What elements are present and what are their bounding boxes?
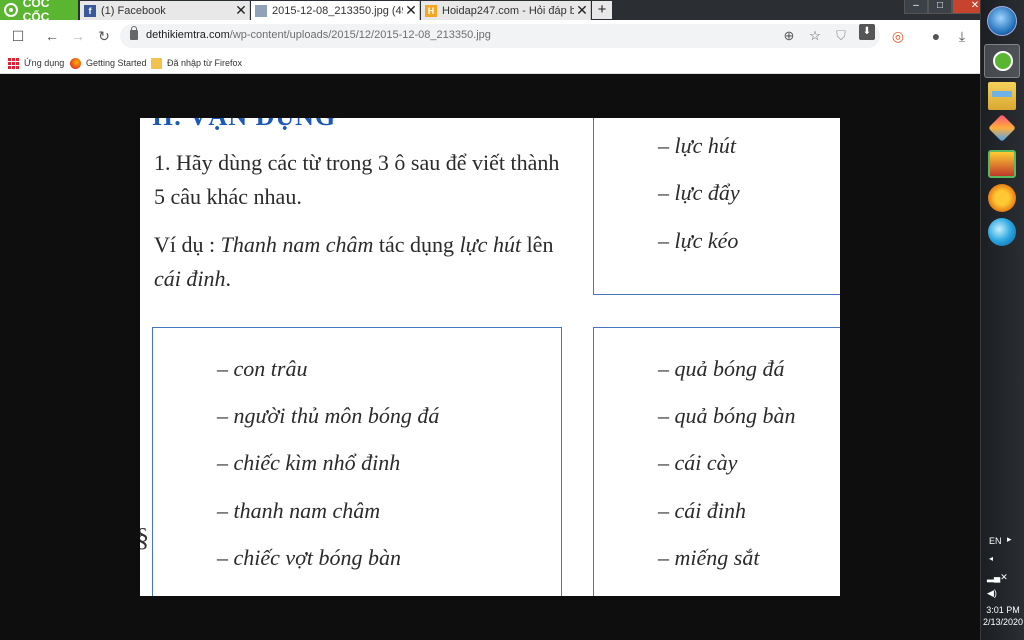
bookmark-getting-started[interactable]: Getting Started bbox=[70, 56, 147, 70]
url-text[interactable]: dethikiemtra.com/wp-content/uploads/2015… bbox=[146, 29, 491, 41]
zoom-icon[interactable]: ⊕ bbox=[780, 27, 798, 45]
example-text-part: lên bbox=[521, 232, 554, 257]
bookmark-apps[interactable]: Ứng dụng bbox=[8, 56, 64, 70]
example-term: Thanh nam châm bbox=[220, 232, 374, 257]
clock-date: 2/13/2020 bbox=[982, 617, 1024, 627]
close-icon[interactable]: ✕ bbox=[403, 2, 419, 19]
tab-title: 2015-12-08_213350.jpg (492 bbox=[272, 4, 403, 17]
input-options-icon[interactable]: ▸ bbox=[1007, 534, 1012, 545]
apps-grid-icon bbox=[8, 57, 19, 69]
box-item: – chiếc kìm nhổ đinh bbox=[217, 450, 401, 475]
box-item: – lực hút bbox=[658, 133, 736, 158]
box-item: – thanh nam châm bbox=[217, 498, 381, 523]
download-savior-icon[interactable]: ⬇ bbox=[859, 24, 875, 40]
volume-icon[interactable]: ◀) bbox=[987, 588, 997, 599]
force-words-box: – lực hút – lực đẩy – lực kéo bbox=[593, 118, 840, 295]
box-item: – miếng sắt bbox=[658, 545, 760, 570]
clock[interactable]: 3:01 PM 2/13/2020 bbox=[981, 604, 1024, 628]
tab-title: Hoidap247.com - Hỏi đáp bà bbox=[442, 4, 574, 17]
facebook-icon: f bbox=[84, 4, 96, 17]
extension-icon[interactable]: ◎ bbox=[888, 26, 908, 46]
taskbar-blue-app-icon[interactable] bbox=[988, 218, 1016, 246]
address-bar[interactable]: dethikiemtra.com/wp-content/uploads/2015… bbox=[120, 24, 880, 48]
reload-icon[interactable]: ↻ bbox=[94, 26, 114, 46]
bookmark-imported-firefox[interactable]: Đã nhập từ Firefox bbox=[151, 56, 242, 70]
lock-icon bbox=[130, 26, 138, 40]
url-host: dethikiemtra.com bbox=[146, 29, 230, 41]
bookmark-label: Getting Started bbox=[86, 58, 147, 68]
tab-hoidap247[interactable]: H Hoidap247.com - Hỏi đáp bà ✕ bbox=[421, 1, 591, 20]
box-item: – lực đẩy bbox=[658, 180, 740, 205]
taskbar-game-icon[interactable] bbox=[988, 150, 1016, 178]
example-text: Ví dụ : Thanh nam châm tác dụng lực hút … bbox=[154, 228, 574, 296]
taskbar-explorer-icon[interactable] bbox=[988, 82, 1016, 110]
box-item: – quả bóng bàn bbox=[658, 403, 796, 428]
example-term: lực hút bbox=[459, 232, 522, 257]
task-text: 1. Hãy dùng các từ trong 3 ô sau để viết… bbox=[154, 150, 560, 209]
coccoc-logo-icon bbox=[4, 3, 18, 17]
taskbar-security-icon[interactable] bbox=[988, 184, 1016, 212]
taskbar-diamond-app-icon[interactable] bbox=[988, 114, 1016, 142]
subject-words-box: – con trâu – người thủ môn bóng đá – chi… bbox=[152, 327, 562, 596]
box-item: – quả bóng đá bbox=[658, 356, 785, 381]
windows-taskbar: EN ▸ ◂ ▂▄✕ ◀) 3:01 PM 2/13/2020 bbox=[980, 0, 1024, 640]
coccoc-menu-button[interactable]: CỐC CỐC bbox=[0, 0, 78, 24]
new-tab-button[interactable]: + bbox=[592, 1, 612, 19]
displayed-image[interactable]: II. VẬN DỤNG 1. Hãy dùng các từ trong 3 … bbox=[140, 118, 840, 596]
binding-mark: § bbox=[140, 523, 149, 553]
start-button[interactable] bbox=[987, 6, 1017, 36]
browser-window: CỐC CỐC f (1) Facebook ✕ 2015-12-08_2133… bbox=[0, 0, 998, 640]
tab-strip: CỐC CỐC f (1) Facebook ✕ 2015-12-08_2133… bbox=[0, 0, 998, 24]
image-file-icon bbox=[255, 4, 267, 17]
bookmark-label: Đã nhập từ Firefox bbox=[167, 58, 243, 68]
box-item: – cái cày bbox=[658, 450, 738, 475]
download-icon[interactable]: ⤓ bbox=[952, 26, 972, 46]
section-heading: II. VẬN DỤNG bbox=[152, 118, 336, 132]
box-item: – lực kéo bbox=[658, 228, 739, 253]
bookmark-label: Ứng dụng bbox=[24, 58, 65, 68]
shield-icon[interactable]: ⛉ bbox=[832, 27, 850, 45]
box-item: – cái đinh bbox=[658, 498, 746, 523]
taskbar-coccoc[interactable] bbox=[984, 44, 1020, 78]
clock-time: 3:01 PM bbox=[986, 605, 1020, 615]
bookmarks-bar: Ứng dụng Getting Started Đã nhập từ Fire… bbox=[0, 52, 980, 74]
box-item: – người thủ môn bóng đá bbox=[217, 403, 440, 428]
example-term: cái đinh bbox=[154, 266, 226, 291]
close-icon[interactable]: ✕ bbox=[233, 2, 249, 19]
firefox-icon bbox=[70, 57, 81, 69]
tab-title: (1) Facebook bbox=[101, 4, 166, 17]
network-icon[interactable]: ▂▄✕ bbox=[987, 572, 1008, 583]
sidebar-toggle-icon[interactable]: ☐ bbox=[8, 26, 28, 46]
back-icon[interactable]: ← bbox=[42, 26, 62, 46]
url-path: /wp-content/uploads/2015/12/2015-12-08_2… bbox=[229, 29, 491, 41]
folder-icon bbox=[151, 57, 162, 69]
language-indicator[interactable]: EN bbox=[989, 536, 1002, 546]
profile-icon[interactable]: ● bbox=[926, 26, 946, 46]
example-prefix: Ví dụ : bbox=[154, 232, 221, 257]
tab-facebook[interactable]: f (1) Facebook ✕ bbox=[80, 1, 250, 20]
tab-image[interactable]: 2015-12-08_213350.jpg (492 ✕ bbox=[251, 1, 420, 20]
hoidap-icon: H bbox=[425, 4, 437, 17]
minimize-button[interactable]: – bbox=[904, 0, 928, 14]
image-viewer: II. VẬN DỤNG 1. Hãy dùng các từ trong 3 … bbox=[0, 74, 980, 640]
example-text-part: tác dụng bbox=[373, 232, 460, 257]
close-icon[interactable]: ✕ bbox=[574, 2, 590, 19]
forward-icon[interactable]: → bbox=[68, 26, 88, 46]
star-icon[interactable]: ☆ bbox=[806, 27, 824, 45]
toolbar: ☐ ← → ↻ dethikiemtra.com/wp-content/uplo… bbox=[0, 20, 980, 52]
box-item: – con trâu bbox=[217, 356, 308, 381]
coccoc-icon bbox=[993, 51, 1013, 71]
tray-expand-icon[interactable]: ◂ bbox=[989, 554, 993, 563]
box-item: – chiếc vợt bóng bàn bbox=[217, 545, 402, 570]
maximize-button[interactable]: □ bbox=[928, 0, 952, 14]
example-text-part: . bbox=[225, 266, 232, 291]
object-words-box: – quả bóng đá – quả bóng bàn – cái cày –… bbox=[593, 327, 840, 596]
